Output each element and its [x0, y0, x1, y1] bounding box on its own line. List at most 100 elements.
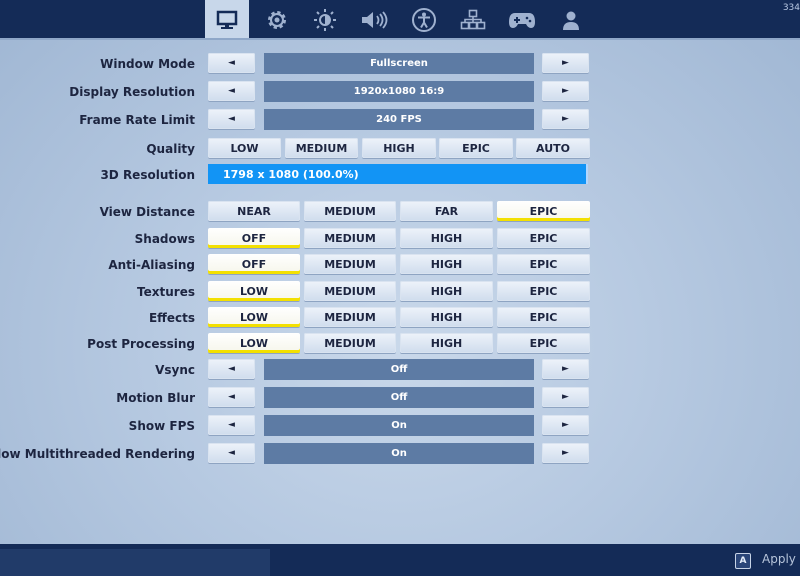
- post-processing-option[interactable]: HIGH: [400, 333, 493, 353]
- setting-label: Textures: [137, 285, 195, 299]
- tab-account[interactable]: [549, 0, 593, 40]
- brightness-icon: [314, 9, 336, 31]
- quality-option[interactable]: HIGH: [362, 138, 436, 158]
- row-quality: Quality LOW MEDIUM HIGH EPIC AUTO: [0, 138, 800, 160]
- top-tab-bar: 334: [0, 0, 800, 40]
- setting-label: Motion Blur: [116, 391, 195, 405]
- setting-label: Show FPS: [128, 419, 195, 433]
- next-arrow-button[interactable]: ►: [542, 81, 589, 101]
- setting-label: Display Resolution: [69, 85, 195, 99]
- post-processing-option[interactable]: EPIC: [497, 333, 590, 353]
- top-counter: 334: [782, 3, 800, 13]
- multithreaded-value: On: [264, 443, 534, 464]
- row-display-resolution: Display Resolution ◄ 1920x1080 16:9 ►: [0, 81, 800, 103]
- anti-aliasing-option[interactable]: EPIC: [497, 254, 590, 274]
- apply-button[interactable]: Apply: [762, 552, 796, 566]
- shadows-option[interactable]: MEDIUM: [304, 228, 396, 248]
- prev-arrow-button[interactable]: ◄: [208, 387, 255, 407]
- effects-option[interactable]: MEDIUM: [304, 307, 396, 327]
- quality-option[interactable]: LOW: [208, 138, 281, 158]
- tab-brightness[interactable]: [303, 0, 347, 40]
- shadows-option[interactable]: EPIC: [497, 228, 590, 248]
- view-distance-option[interactable]: FAR: [400, 201, 493, 221]
- row-shadows: Shadows OFF MEDIUM HIGH EPIC: [0, 228, 800, 250]
- textures-option[interactable]: EPIC: [497, 281, 590, 301]
- account-icon: [563, 11, 579, 30]
- quality-option[interactable]: AUTO: [516, 138, 590, 158]
- shadows-option-selected[interactable]: OFF: [208, 228, 300, 248]
- setting-label: Anti-Aliasing: [108, 258, 195, 272]
- textures-option[interactable]: HIGH: [400, 281, 493, 301]
- apply-key-icon[interactable]: A: [735, 553, 751, 569]
- 3d-resolution-slider[interactable]: 1798 x 1080 (100.0%): [208, 164, 588, 184]
- row-motion-blur: Motion Blur ◄ Off ►: [0, 387, 800, 409]
- tab-audio[interactable]: [352, 0, 396, 40]
- row-3d-resolution: 3D Resolution 1798 x 1080 (100.0%): [0, 164, 800, 186]
- prev-arrow-button[interactable]: ◄: [208, 443, 255, 463]
- prev-arrow-button[interactable]: ◄: [208, 81, 255, 101]
- prev-arrow-button[interactable]: ◄: [208, 415, 255, 435]
- prev-arrow-button[interactable]: ◄: [208, 359, 255, 379]
- effects-option[interactable]: EPIC: [497, 307, 590, 327]
- setting-label: 3D Resolution: [100, 168, 195, 182]
- tab-accessibility[interactable]: [402, 0, 446, 40]
- tab-controller[interactable]: [500, 0, 544, 40]
- row-post-processing: Post Processing LOW MEDIUM HIGH EPIC: [0, 333, 800, 355]
- speaker-icon: [362, 11, 388, 29]
- quality-option[interactable]: EPIC: [439, 138, 513, 158]
- setting-label: Allow Multithreaded Rendering: [0, 447, 195, 461]
- tab-game[interactable]: [255, 0, 299, 40]
- bottom-left-panel: [0, 549, 270, 576]
- setting-label: Frame Rate Limit: [79, 113, 195, 127]
- post-processing-option-selected[interactable]: LOW: [208, 333, 300, 353]
- textures-option[interactable]: MEDIUM: [304, 281, 396, 301]
- setting-label: Shadows: [134, 232, 195, 246]
- row-vsync: Vsync ◄ Off ►: [0, 359, 800, 381]
- row-view-distance: View Distance NEAR MEDIUM FAR EPIC: [0, 201, 800, 223]
- monitor-icon: [216, 10, 238, 29]
- network-icon: [460, 9, 486, 30]
- post-processing-option[interactable]: MEDIUM: [304, 333, 396, 353]
- prev-arrow-button[interactable]: ◄: [208, 53, 255, 73]
- next-arrow-button[interactable]: ►: [542, 53, 589, 73]
- next-arrow-button[interactable]: ►: [542, 359, 589, 379]
- tab-input[interactable]: [451, 0, 495, 40]
- next-arrow-button[interactable]: ►: [542, 109, 589, 129]
- row-show-fps: Show FPS ◄ On ►: [0, 415, 800, 437]
- frame-rate-limit-value: 240 FPS: [264, 109, 534, 130]
- accessibility-icon: [412, 8, 436, 32]
- textures-option-selected[interactable]: LOW: [208, 281, 300, 301]
- row-frame-rate-limit: Frame Rate Limit ◄ 240 FPS ►: [0, 109, 800, 131]
- 3d-resolution-value: 1798 x 1080 (100.0%): [223, 167, 359, 181]
- setting-label: View Distance: [99, 205, 195, 219]
- next-arrow-button[interactable]: ►: [542, 387, 589, 407]
- prev-arrow-button[interactable]: ◄: [208, 109, 255, 129]
- vsync-value: Off: [264, 359, 534, 380]
- topbar-divider: [0, 38, 800, 40]
- show-fps-value: On: [264, 415, 534, 436]
- effects-option-selected[interactable]: LOW: [208, 307, 300, 327]
- effects-option[interactable]: HIGH: [400, 307, 493, 327]
- row-effects: Effects LOW MEDIUM HIGH EPIC: [0, 307, 800, 329]
- row-window-mode: Window Mode ◄ Fullscreen ►: [0, 53, 800, 75]
- anti-aliasing-option[interactable]: HIGH: [400, 254, 493, 274]
- anti-aliasing-option[interactable]: MEDIUM: [304, 254, 396, 274]
- setting-label: Effects: [148, 311, 195, 325]
- next-arrow-button[interactable]: ►: [542, 443, 589, 463]
- row-multithreaded-rendering: Allow Multithreaded Rendering ◄ On ►: [0, 443, 800, 465]
- quality-option[interactable]: MEDIUM: [285, 138, 358, 158]
- tab-video[interactable]: [205, 0, 249, 40]
- view-distance-option-selected[interactable]: EPIC: [497, 201, 590, 221]
- setting-label: Window Mode: [100, 57, 195, 71]
- anti-aliasing-option-selected[interactable]: OFF: [208, 254, 300, 274]
- view-distance-option[interactable]: MEDIUM: [304, 201, 396, 221]
- row-textures: Textures LOW MEDIUM HIGH EPIC: [0, 281, 800, 303]
- setting-label: Vsync: [155, 363, 195, 377]
- next-arrow-button[interactable]: ►: [542, 415, 589, 435]
- motion-blur-value: Off: [264, 387, 534, 408]
- view-distance-option[interactable]: NEAR: [208, 201, 300, 221]
- shadows-option[interactable]: HIGH: [400, 228, 493, 248]
- display-resolution-value: 1920x1080 16:9: [264, 81, 534, 102]
- setting-label: Quality: [146, 142, 195, 156]
- window-mode-value: Fullscreen: [264, 53, 534, 74]
